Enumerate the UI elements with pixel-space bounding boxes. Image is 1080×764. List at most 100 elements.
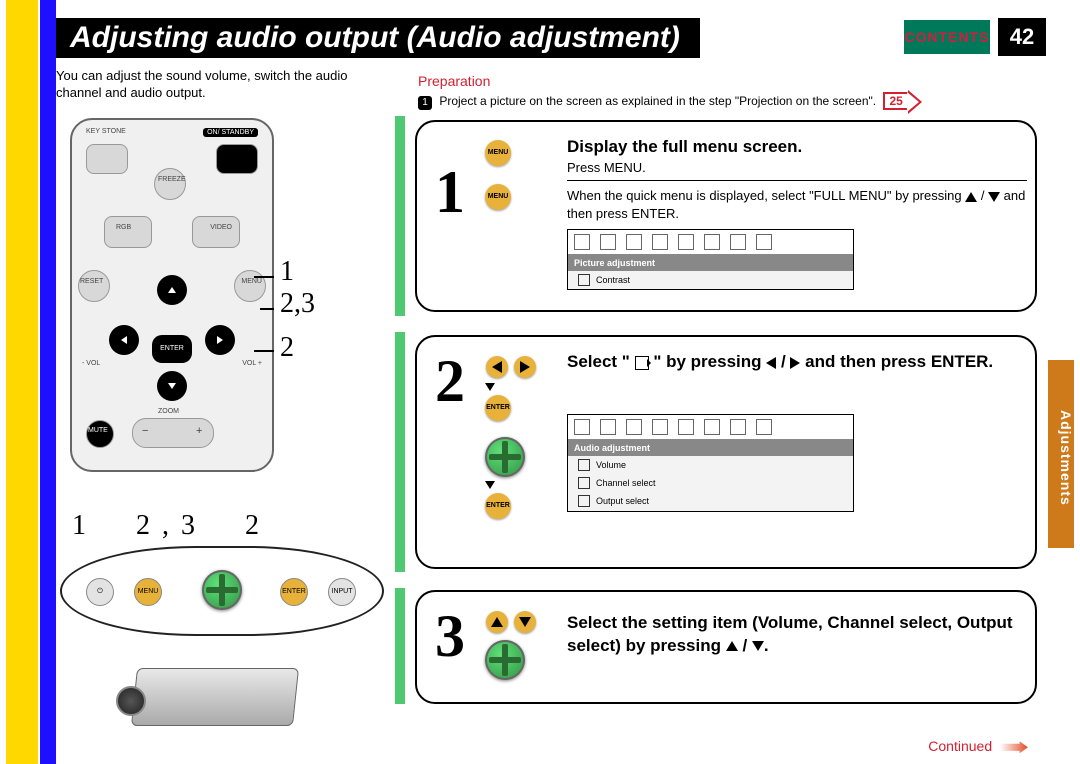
step-3-box: 3 Select the setting item (Volume, Chann…	[415, 590, 1037, 704]
menu-button: MENU	[134, 578, 162, 606]
osd-header: Audio adjustment	[568, 440, 853, 456]
step-3-body: Select the setting item (Volume, Channel…	[567, 612, 1027, 658]
leader-line	[254, 276, 274, 278]
leader-line	[254, 350, 274, 352]
remote-label: VOL +	[242, 360, 262, 367]
freeze-button	[154, 168, 186, 200]
step-accent-strip	[395, 332, 405, 572]
osd-row: Channel select	[568, 474, 853, 492]
mute-button	[86, 420, 114, 448]
callout-number: 1	[280, 256, 294, 288]
up-arrow-icon	[965, 192, 977, 202]
remote-label: - VOL	[82, 360, 100, 367]
step-accent-strip	[395, 588, 405, 704]
down-arrow-icon	[485, 383, 495, 391]
menu-button-icon: MENU	[485, 140, 511, 166]
step-1-box: 1 MENU MENU Display the full menu screen…	[415, 120, 1037, 312]
remote-label: MENU	[241, 278, 262, 285]
continued-arrow-icon	[1000, 741, 1028, 753]
step-1-line1: Press MENU.	[567, 159, 1027, 177]
speaker-icon	[635, 356, 649, 370]
section-tab[interactable]: Adjustments	[1048, 360, 1074, 548]
preparation-heading: Preparation	[418, 73, 490, 89]
step-number: 1	[435, 158, 465, 227]
rgb-button	[104, 216, 152, 248]
video-button	[192, 216, 240, 248]
continued-label: Continued	[928, 738, 992, 754]
step-number: 2	[435, 347, 465, 416]
up-button-icon	[486, 611, 508, 633]
enter-button: ENTER	[152, 335, 192, 363]
osd-row: Contrast	[568, 271, 853, 289]
osd-row: Output select	[568, 492, 853, 510]
osd-header: Picture adjustment	[568, 255, 853, 271]
down-arrow-icon	[752, 641, 764, 651]
down-button-icon	[514, 611, 536, 633]
remote-label: VIDEO	[210, 224, 232, 231]
step-accent-strip	[395, 116, 405, 316]
up-arrow-icon	[726, 641, 738, 651]
right-button-icon	[514, 356, 536, 378]
osd-menu-screenshot: Audio adjustment Volume Channel select O…	[567, 414, 854, 512]
osd-tab-row	[568, 415, 853, 440]
remote-label: RGB	[116, 224, 131, 231]
preparation-body: Project a picture on the screen as expla…	[439, 94, 876, 108]
intro-text: You can adjust the sound volume, switch …	[56, 68, 386, 102]
down-arrow-icon	[988, 192, 1000, 202]
left-right-buttons	[485, 355, 537, 379]
left-button-icon	[486, 356, 508, 378]
joystick-icon	[485, 640, 525, 680]
step-1-body: Display the full menu screen. Press MENU…	[567, 136, 1027, 290]
joystick-icon	[485, 437, 525, 477]
standby-button	[216, 144, 258, 174]
contents-button[interactable]: CONTENTS	[904, 20, 990, 54]
page-title: Adjusting audio output (Audio adjustment…	[56, 18, 700, 58]
remote-label: ZOOM	[158, 408, 179, 415]
keystone-button	[86, 144, 128, 174]
preparation-text: 1 Project a picture on the screen as exp…	[418, 92, 978, 110]
remote-diagram: KEY STONE ON/ STANDBY FREEZE RGB VIDEO R…	[70, 118, 274, 472]
accent-bar-blue	[40, 0, 56, 764]
menu-button-icon: MENU	[485, 184, 511, 210]
step-1-line2: When the quick menu is displayed, select…	[567, 187, 1027, 222]
remote-label: ON/ STANDBY	[203, 128, 258, 137]
right-arrow-icon	[790, 357, 800, 369]
enter-button-icon: ENTER	[485, 493, 511, 519]
step-2-icons: ENTER ENTER	[485, 351, 537, 523]
leader-line	[260, 308, 274, 310]
step-1-title: Display the full menu screen.	[567, 136, 1027, 159]
page-number-badge: 42	[998, 18, 1046, 56]
remote-label: RESET	[80, 278, 103, 285]
remote-label: MUTE	[88, 427, 108, 434]
input-button: INPUT	[328, 578, 356, 606]
continued-indicator: Continued	[928, 738, 1028, 754]
nav-left	[109, 325, 139, 355]
numbered-bullet-icon: 1	[418, 96, 432, 110]
menu-button	[234, 270, 266, 302]
enter-button: ENTER	[280, 578, 308, 606]
nav-up	[157, 275, 187, 305]
reset-button	[78, 270, 110, 302]
nav-down	[157, 371, 187, 401]
page-ref-link[interactable]: 25	[883, 92, 908, 110]
left-arrow-icon	[766, 357, 776, 369]
divider	[567, 180, 1027, 181]
remote-label: FREEZE	[158, 176, 186, 183]
step-1-icons: MENU MENU	[485, 136, 511, 214]
up-down-buttons	[485, 610, 537, 634]
manual-page: Adjusting audio output (Audio adjustment…	[0, 0, 1080, 764]
projector-lens	[116, 686, 146, 716]
projector-body	[131, 668, 299, 726]
step-2-title: Select " " by pressing / and then press …	[567, 351, 1027, 374]
step-3-icons	[485, 606, 537, 684]
accent-bar-yellow	[6, 0, 38, 764]
osd-menu-screenshot: Picture adjustment Contrast	[567, 229, 854, 290]
step-number: 3	[435, 602, 465, 671]
joystick-icon	[202, 570, 242, 610]
nav-right	[205, 325, 235, 355]
down-arrow-icon	[485, 481, 495, 489]
step-3-title: Select the setting item (Volume, Channel…	[567, 612, 1027, 658]
callout-number: 2,3	[280, 288, 315, 320]
remote-label: KEY STONE	[86, 128, 126, 135]
control-panel-diagram: ⏻ MENU ENTER INPUT	[60, 546, 384, 636]
